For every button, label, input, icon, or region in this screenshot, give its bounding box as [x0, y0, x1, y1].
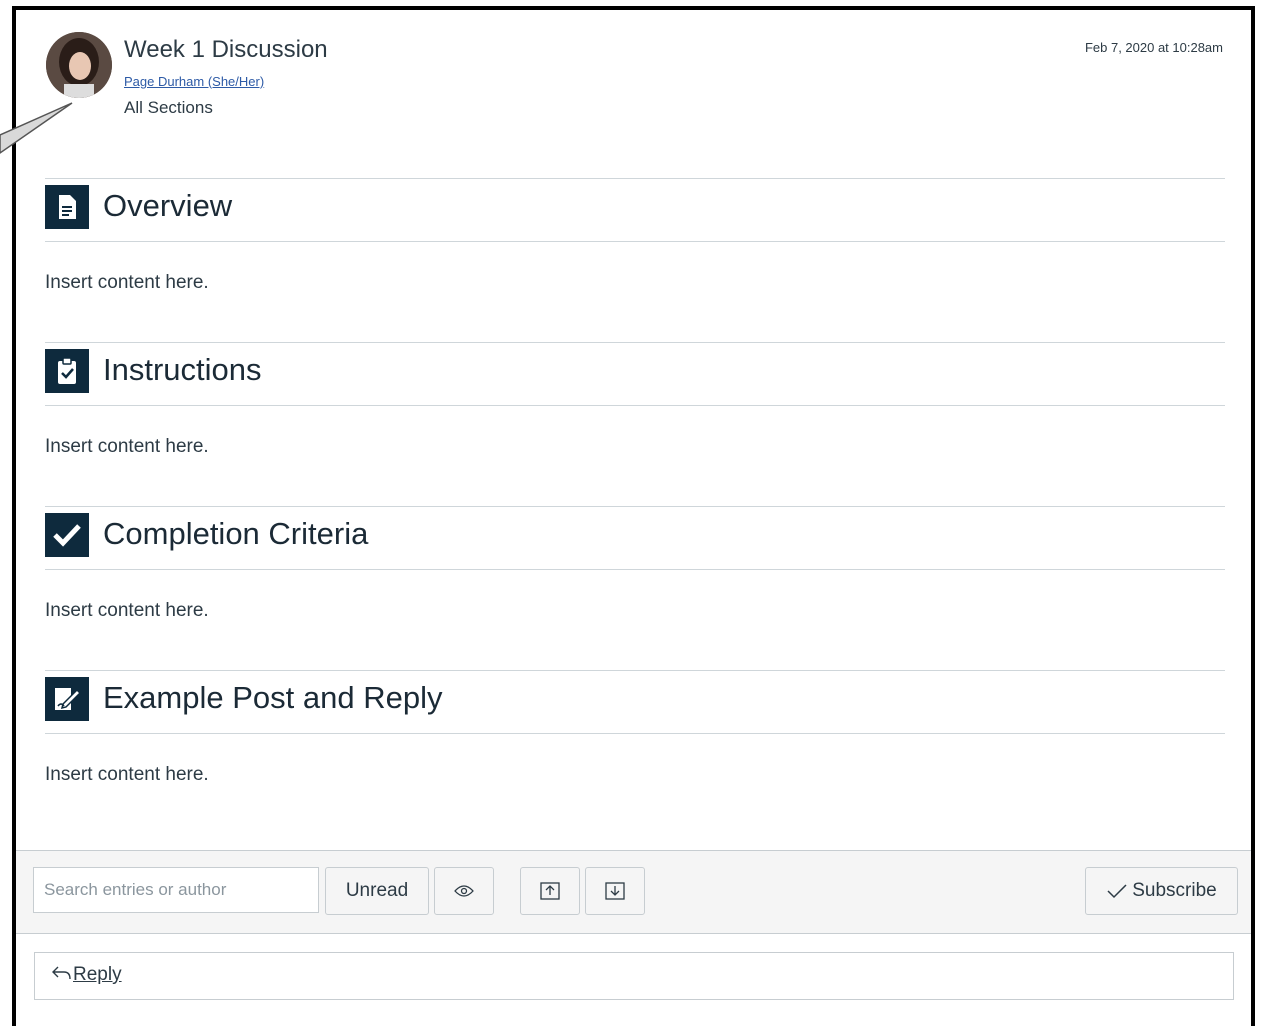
checkmark-icon [45, 513, 89, 557]
reply-arrow-icon [52, 966, 71, 980]
section-header: Instructions [45, 342, 1225, 406]
section-body: Insert content here. [45, 436, 209, 457]
reply-button[interactable]: Reply [51, 964, 122, 986]
collapse-replies-button[interactable] [520, 867, 580, 915]
callout-pointer [0, 102, 73, 154]
eye-icon [454, 885, 474, 897]
expand-replies-button[interactable] [585, 867, 645, 915]
section-body: Insert content here. [45, 272, 209, 293]
discussion-toolbar: Unread Subscribe [16, 850, 1251, 934]
search-input[interactable] [33, 867, 319, 913]
unread-button[interactable]: Unread [325, 867, 429, 915]
mark-read-button[interactable] [434, 867, 494, 915]
document-icon [45, 185, 89, 229]
section-body: Insert content here. [45, 764, 209, 785]
checkmark-icon [1107, 884, 1127, 899]
section-body: Insert content here. [45, 600, 209, 621]
clipboard-check-icon [45, 349, 89, 393]
section-heading: Instructions [103, 352, 262, 387]
subscribe-label: Subscribe [1132, 880, 1217, 901]
discussion-panel: Week 1 Discussion Page Durham (She/Her) … [12, 6, 1255, 1026]
avatar[interactable] [46, 32, 112, 98]
sections-label: All Sections [124, 98, 213, 117]
section-header: Example Post and Reply [45, 670, 1225, 734]
unread-label: Unread [345, 880, 409, 901]
section-completion-criteria: Completion Criteria Insert content here. [45, 506, 1225, 622]
edit-document-icon [45, 677, 89, 721]
section-heading: Completion Criteria [103, 516, 369, 551]
collapse-icon [540, 882, 560, 900]
section-example-post-and-reply: Example Post and Reply Insert content he… [45, 670, 1225, 786]
section-heading: Overview [103, 188, 233, 223]
author-link[interactable]: Page Durham (She/Her) [124, 74, 264, 89]
subscribe-button[interactable]: Subscribe [1085, 867, 1238, 915]
reply-bar: Reply [34, 952, 1234, 1000]
section-header: Overview [45, 178, 1225, 242]
section-overview: Overview Insert content here. [45, 178, 1225, 294]
section-header: Completion Criteria [45, 506, 1225, 570]
reply-label: Reply [73, 964, 122, 985]
section-instructions: Instructions Insert content here. [45, 342, 1225, 458]
expand-icon [605, 882, 625, 900]
section-heading: Example Post and Reply [103, 680, 443, 715]
post-date: Feb 7, 2020 at 10:28am [1084, 40, 1223, 55]
discussion-title: Week 1 Discussion [124, 36, 328, 63]
discussion-header: Week 1 Discussion Page Durham (She/Her) … [16, 10, 1251, 160]
